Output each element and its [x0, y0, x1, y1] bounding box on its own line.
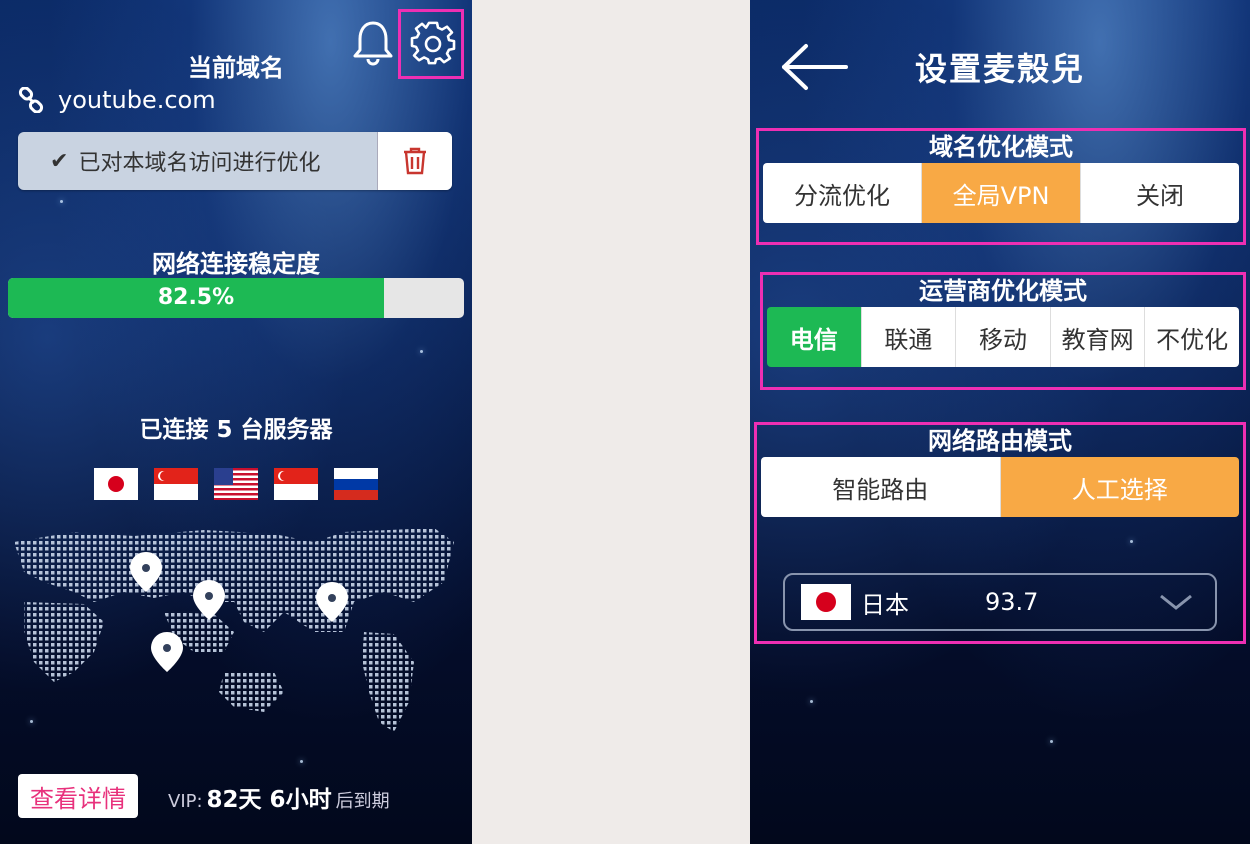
domain-mode-option-global-vpn[interactable]: 全局VPN	[922, 163, 1081, 223]
domain-mode-option-split[interactable]: 分流优化	[763, 163, 922, 223]
domain-mode-section: 域名优化模式 分流优化 全局VPN 关闭	[756, 128, 1246, 245]
settings-title: 设置麦殼兒	[914, 50, 1085, 88]
optimized-status-text: 已对本域名访问进行优化	[78, 151, 321, 176]
chevron-down-icon	[1160, 594, 1192, 610]
route-option-smart[interactable]: 智能路由	[761, 457, 1001, 517]
carrier-option-mobile[interactable]: 移动	[956, 307, 1051, 367]
vip-suffix: 后到期	[335, 791, 390, 812]
link-icon	[18, 87, 44, 113]
check-icon: ✔	[50, 148, 69, 174]
stability-title: 网络连接稳定度	[152, 250, 320, 278]
star-decoration	[810, 700, 813, 703]
vip-expiry: VIP: 82天 6小时 后到期	[168, 780, 390, 814]
star-decoration	[420, 350, 423, 353]
servers-count: 5	[216, 417, 233, 443]
view-details-button[interactable]: 查看详情	[18, 774, 138, 818]
route-mode-title: 网络路由模式	[928, 427, 1072, 455]
carrier-option-none[interactable]: 不优化	[1145, 307, 1239, 367]
japan-flag-icon	[801, 584, 851, 620]
world-map	[14, 528, 454, 732]
carrier-mode-title: 运营商优化模式	[919, 277, 1087, 305]
carrier-mode-section: 运营商优化模式 电信 联通 移动 教育网 不优化	[760, 272, 1246, 390]
domain-mode-title: 域名优化模式	[929, 133, 1073, 161]
star-decoration	[60, 200, 63, 203]
server-score: 93.7	[985, 588, 1039, 616]
current-domain-title: 当前域名	[188, 54, 284, 82]
optimized-status-bar: ✔ 已对本域名访问进行优化	[18, 132, 452, 190]
connected-servers-text: 已连接 5 台服务器	[0, 410, 472, 444]
vip-label: VIP:	[168, 791, 203, 812]
vip-remaining: 82天 6小时	[206, 787, 332, 813]
servers-suffix: 台服务器	[240, 417, 333, 443]
carrier-mode-segmented: 电信 联通 移动 教育网 不优化	[767, 307, 1239, 367]
domain-mode-option-off[interactable]: 关闭	[1081, 163, 1239, 223]
map-pin-icon	[151, 632, 183, 672]
settings-screen: 设置麦殼兒 域名优化模式 分流优化 全局VPN 关闭 运营商优化模式 电信 联通…	[750, 0, 1250, 844]
singapore-flag-icon	[154, 468, 198, 500]
star-decoration	[1050, 740, 1053, 743]
servers-prefix: 已连接	[139, 417, 209, 443]
home-screen: 当前域名 youtube.com ✔ 已对本域名访问进行优化 网络连接稳定度 8…	[0, 0, 472, 844]
carrier-option-education[interactable]: 教育网	[1050, 307, 1146, 367]
route-option-manual[interactable]: 人工选择	[1000, 457, 1239, 517]
server-country: 日本	[861, 590, 909, 619]
domain-row: youtube.com	[18, 86, 216, 114]
stability-progress-bar: 82.5%	[8, 278, 464, 318]
stability-value: 82.5%	[157, 285, 235, 310]
trash-icon	[404, 147, 426, 175]
singapore-flag-icon	[274, 468, 318, 500]
domain-text: youtube.com	[58, 86, 216, 114]
route-mode-section: 网络路由模式 智能路由 人工选择 日本 93.7	[754, 422, 1246, 644]
server-select[interactable]: 日本 93.7	[783, 573, 1217, 631]
usa-flag-icon	[214, 468, 258, 500]
domain-mode-segmented: 分流优化 全局VPN 关闭	[763, 163, 1239, 223]
delete-domain-button[interactable]	[377, 132, 452, 190]
star-decoration	[300, 760, 303, 763]
carrier-option-telecom[interactable]: 电信	[767, 307, 862, 367]
server-flags	[94, 468, 378, 500]
carrier-option-unicom[interactable]: 联通	[861, 307, 957, 367]
russia-flag-icon	[334, 468, 378, 500]
route-mode-segmented: 智能路由 人工选择	[761, 457, 1239, 517]
japan-flag-icon	[94, 468, 138, 500]
